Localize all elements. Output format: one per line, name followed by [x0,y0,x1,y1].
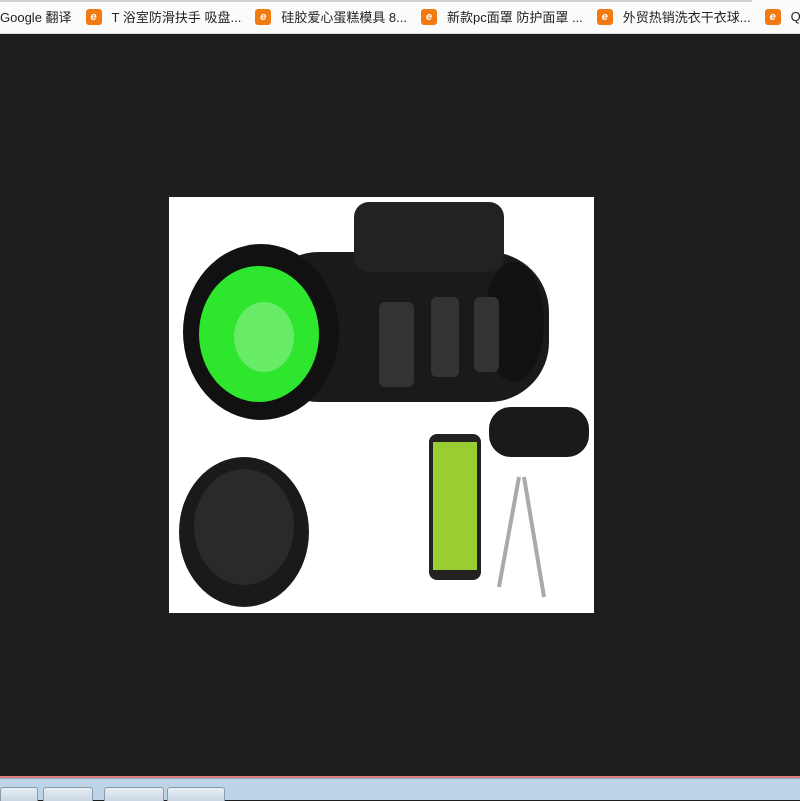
lens-cap-inner [194,469,294,585]
taskbar-button[interactable] [104,787,164,801]
bookmark-google-translate[interactable]: Google 翻译 [0,7,72,26]
bookmark-label: T 浴室防滑扶手 吸盘... [111,10,242,25]
taskbar-button[interactable] [0,787,38,801]
product-image-monocular [169,197,594,613]
bookmarks-bar: Google 翻译 e T 浴室防滑扶手 吸盘... e 硅胶爱心蛋糕模具 8...… [0,0,800,34]
taskbar-button[interactable] [167,787,225,801]
alibaba-icon: e [85,8,102,25]
taskbar-border [0,776,800,779]
alibaba-icon: e [255,8,272,25]
bookmark-item[interactable]: e 新款pc面罩 防护面罩 ... [421,7,583,26]
grip-pad [379,302,414,387]
bookmark-label: 硅胶爱心蛋糕模具 8... [281,10,407,25]
grip-pad [431,297,459,377]
bookmark-item[interactable]: e 外贸热销洗衣干衣球... [596,7,751,26]
phone-mount [354,202,504,272]
phone-screen [433,442,477,570]
alibaba-icon: e [764,8,781,25]
bookmark-item[interactable]: e T 浴室防滑扶手 吸盘... [85,7,242,26]
alibaba-icon: e [596,8,613,25]
monocular-illustration [179,202,589,607]
grip-pad [474,297,499,372]
bookmark-item[interactable]: e Quick Pivot [764,8,800,25]
tripod-leg [522,476,546,598]
tripod-leg [497,476,521,588]
lens-highlight [234,302,294,372]
bookmark-label: Quick Pivot [790,9,800,24]
taskbar-button[interactable] [43,787,93,801]
bookmark-label: 外贸热销洗衣干衣球... [622,10,751,25]
bookmark-item[interactable]: e 硅胶爱心蛋糕模具 8... [255,7,407,26]
bookmark-label: Google 翻译 [0,10,72,25]
scrollbar-track[interactable] [0,0,752,2]
mini-monocular [489,407,589,457]
alibaba-icon: e [421,8,437,25]
bookmark-label: 新款pc面罩 防护面罩 ... [447,10,583,25]
taskbar [0,776,800,801]
